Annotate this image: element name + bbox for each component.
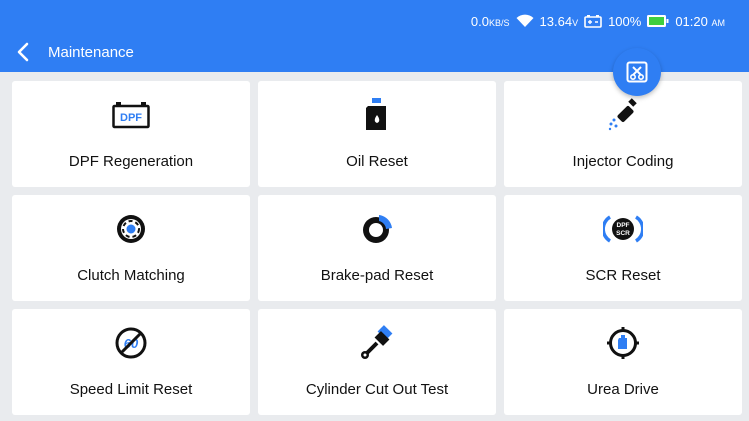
dpf-icon: DPF xyxy=(112,102,150,129)
car-battery-icon xyxy=(584,14,602,28)
screenshot-tool-button[interactable] xyxy=(613,48,661,96)
status-bar: 0.0KB/S 13.64V 100% 01:20 AM xyxy=(471,12,725,30)
chevron-left-icon xyxy=(17,42,29,62)
battery-icon xyxy=(647,15,669,27)
tile-label: Oil Reset xyxy=(346,153,408,170)
scr-icon: DPF SCR xyxy=(603,215,643,243)
tile-label: Urea Drive xyxy=(587,381,659,398)
speed-limit-icon: 60 xyxy=(115,327,147,359)
clock: 01:20 AM xyxy=(675,13,725,29)
page-title: Maintenance xyxy=(48,43,134,61)
tile-speed-limit-reset[interactable]: 60 Speed Limit Reset xyxy=(12,309,250,415)
svg-text:DPF: DPF xyxy=(120,112,142,124)
tile-cylinder-cut-out-test[interactable]: Cylinder Cut Out Test xyxy=(258,309,496,415)
svg-text:DPF: DPF xyxy=(617,222,630,229)
tile-urea-drive[interactable]: Urea Drive xyxy=(504,309,742,415)
tile-label: Speed Limit Reset xyxy=(69,381,193,398)
battery-percent: 100% xyxy=(608,13,642,29)
tile-label: Brake-pad Reset xyxy=(320,267,434,284)
function-grid: DPF DPF Regeneration Oil Reset Injector … xyxy=(12,81,742,415)
tile-brake-pad-reset[interactable]: Brake-pad Reset xyxy=(258,195,496,301)
wifi-icon xyxy=(516,14,534,28)
tile-label: SCR Reset xyxy=(585,267,661,284)
tile-label: DPF Regeneration xyxy=(68,153,194,170)
svg-text:SCR: SCR xyxy=(616,230,630,237)
oil-can-icon xyxy=(366,98,386,130)
voltage-reading: 13.64V xyxy=(539,13,579,29)
urea-drive-icon xyxy=(607,327,639,359)
clutch-icon xyxy=(117,215,145,243)
tile-label: Clutch Matching xyxy=(77,267,185,284)
tile-oil-reset[interactable]: Oil Reset xyxy=(258,81,496,187)
screenshot-tool-icon xyxy=(626,61,648,83)
tile-scr-reset[interactable]: DPF SCR SCR Reset xyxy=(504,195,742,301)
brake-pad-icon xyxy=(363,215,392,243)
tile-label: Injector Coding xyxy=(572,153,674,170)
tile-label: Cylinder Cut Out Test xyxy=(305,381,449,398)
piston-icon xyxy=(361,325,393,359)
tile-clutch-matching[interactable]: Clutch Matching xyxy=(12,195,250,301)
back-button[interactable] xyxy=(12,38,34,66)
network-speed: 0.0KB/S xyxy=(470,13,510,29)
tile-injector-coding[interactable]: Injector Coding xyxy=(504,81,742,187)
tile-dpf-regeneration[interactable]: DPF DPF Regeneration xyxy=(12,81,250,187)
injector-icon xyxy=(608,98,637,131)
